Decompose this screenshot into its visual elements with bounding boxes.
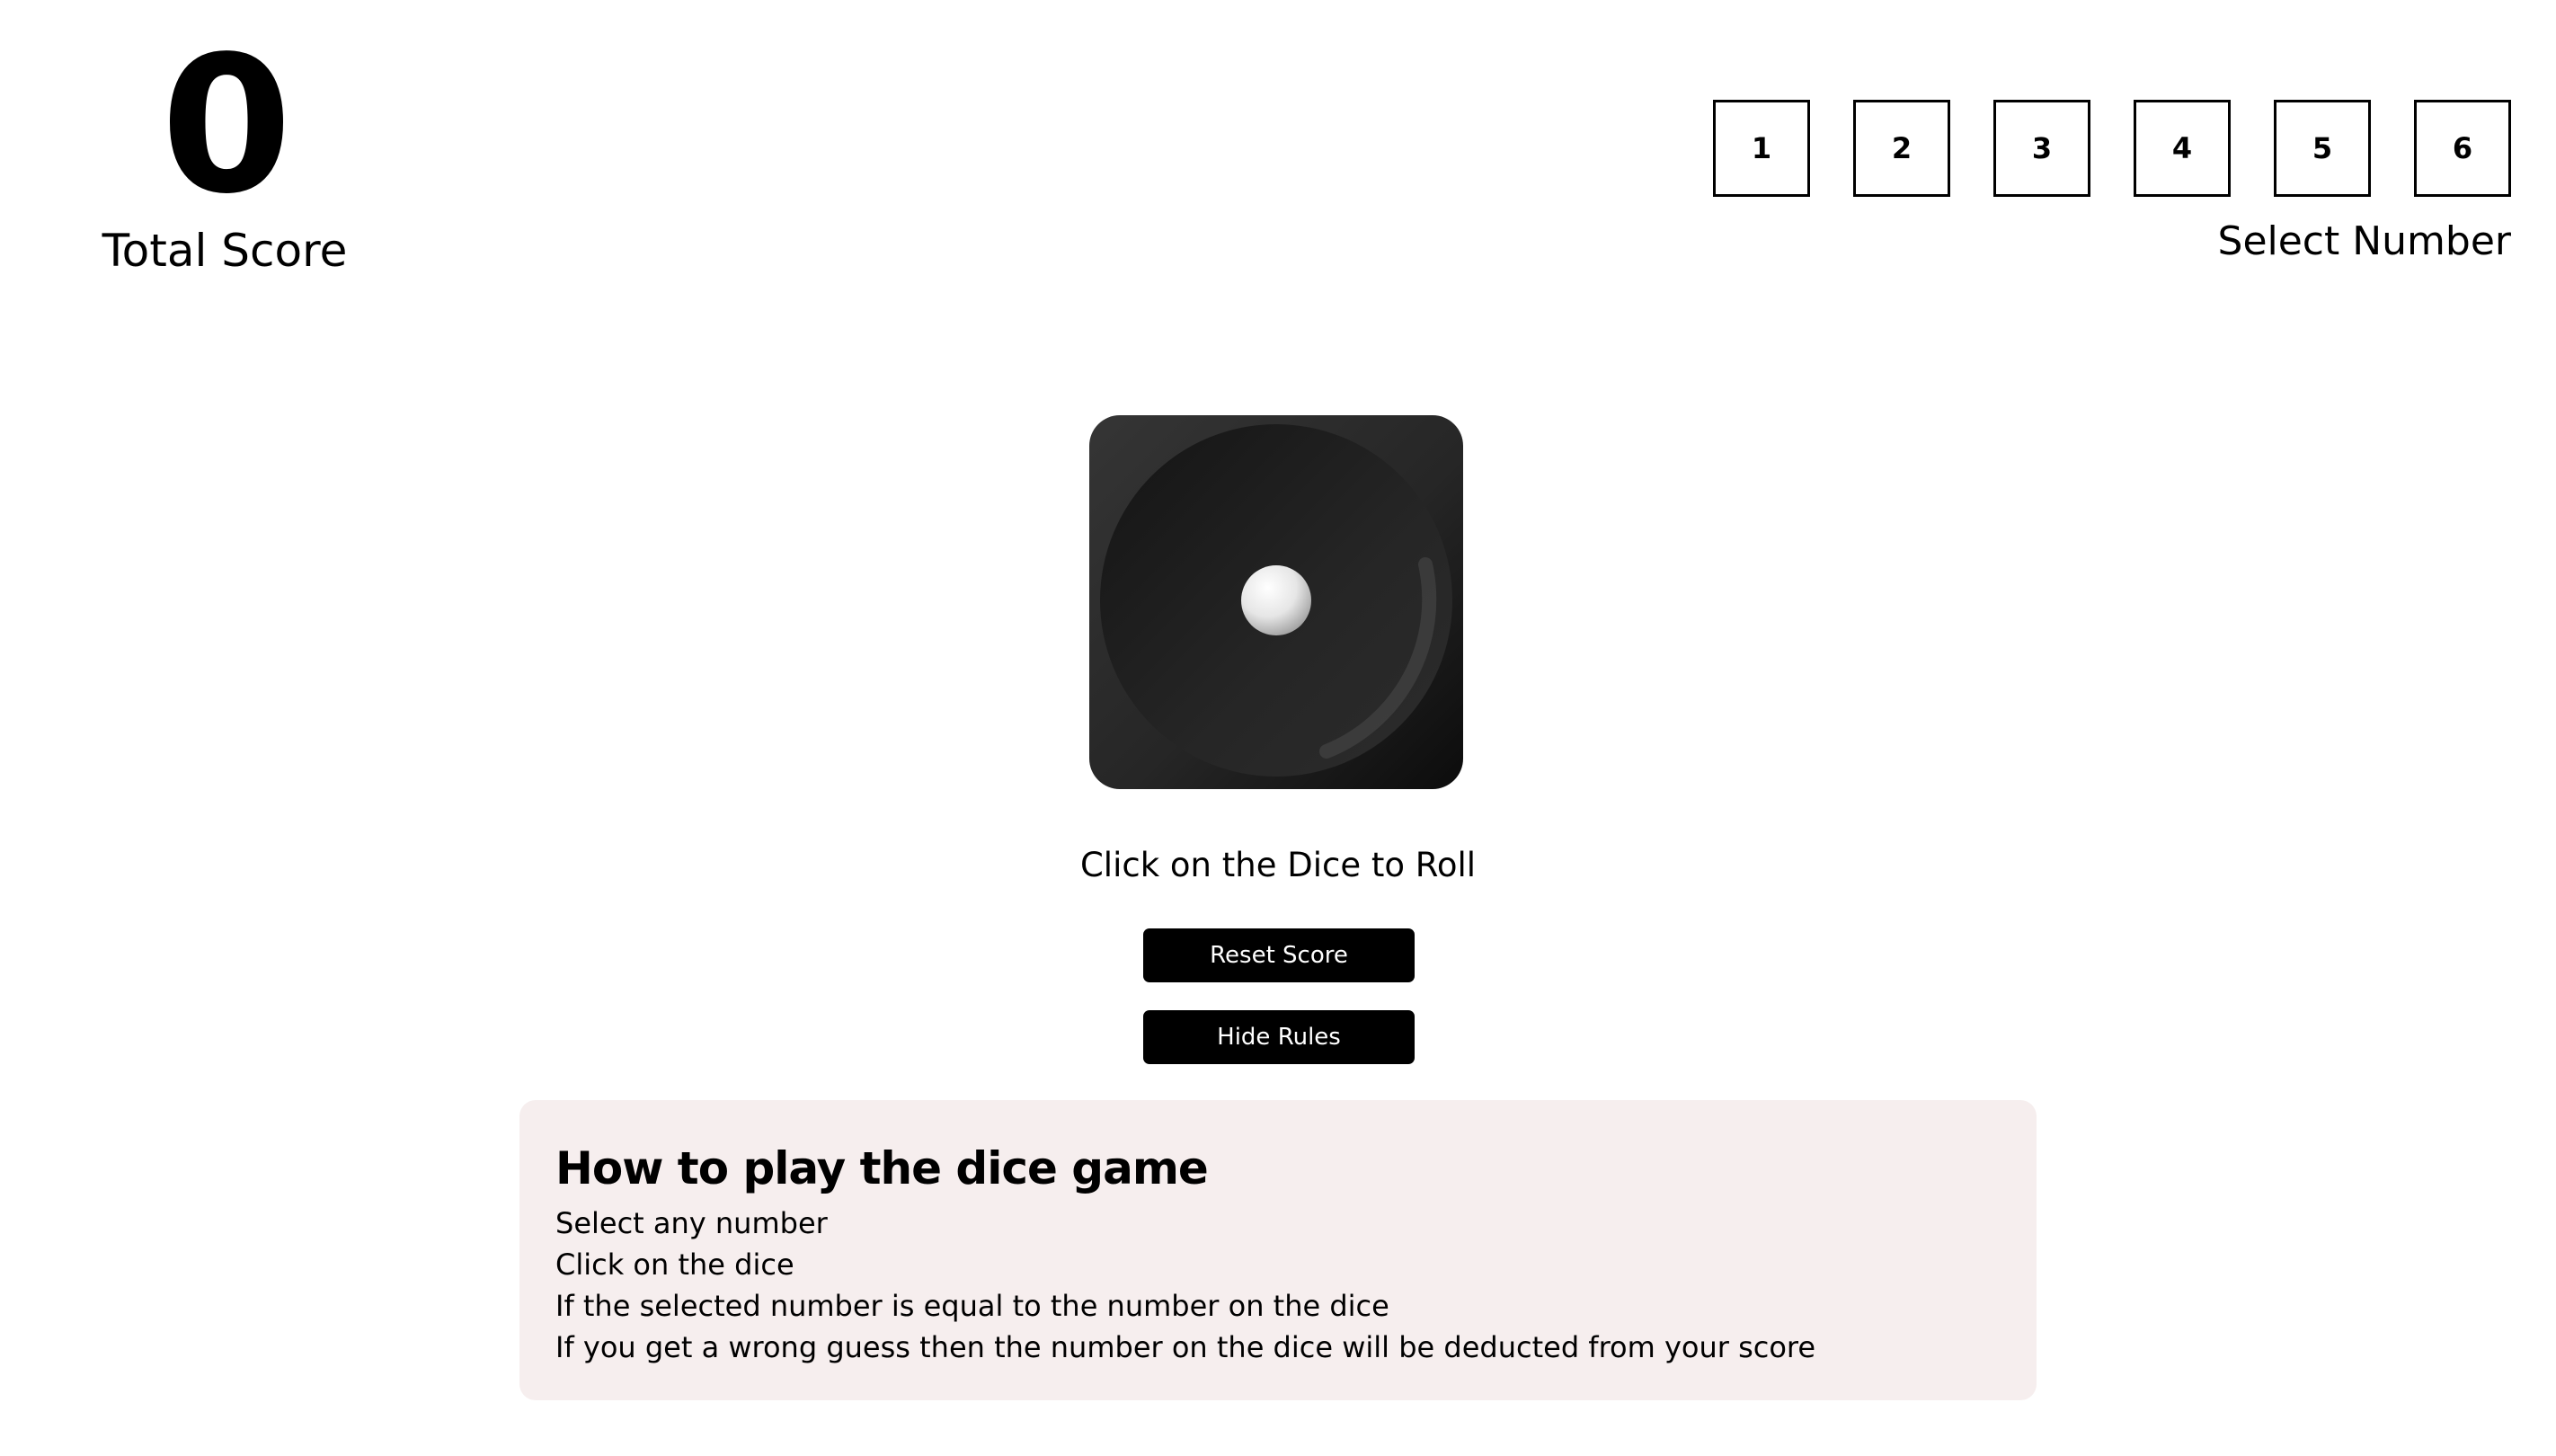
number-option-2[interactable]: 2 (1853, 100, 1950, 197)
number-option-5[interactable]: 5 (2274, 100, 2371, 197)
roll-hint: Click on the Dice to Roll (1079, 846, 1477, 884)
rules-panel: How to play the dice game Select any num… (519, 1100, 2037, 1400)
rules-line: If you get a wrong guess then the number… (555, 1330, 1816, 1364)
score-value: 0 (160, 15, 292, 235)
rules-title: How to play the dice game (555, 1142, 1209, 1194)
total-score: 0 Total Score (90, 15, 359, 282)
select-number-label: Select Number (2217, 218, 2511, 264)
score-label: Total Score (102, 225, 348, 277)
number-option-1[interactable]: 1 (1713, 100, 1810, 197)
number-option-3[interactable]: 3 (1993, 100, 2090, 197)
number-option-6[interactable]: 6 (2414, 100, 2511, 197)
rules-line: Select any number (555, 1206, 828, 1240)
dice-game-page: 0 Total Score 1 2 3 4 5 6 Select Number (0, 0, 2556, 1456)
rules-line: If the selected number is equal to the n… (555, 1289, 1389, 1323)
rules-line: Click on the dice (555, 1247, 794, 1282)
hide-rules-button[interactable]: Hide Rules (1143, 1010, 1415, 1064)
reset-score-button[interactable]: Reset Score (1143, 928, 1415, 982)
number-selector: 1 2 3 4 5 6 Select Number (1684, 100, 2511, 267)
number-option-4[interactable]: 4 (2134, 100, 2231, 197)
dice-one-icon[interactable] (1086, 412, 1467, 793)
number-options: 1 2 3 4 5 6 (1684, 100, 2511, 197)
